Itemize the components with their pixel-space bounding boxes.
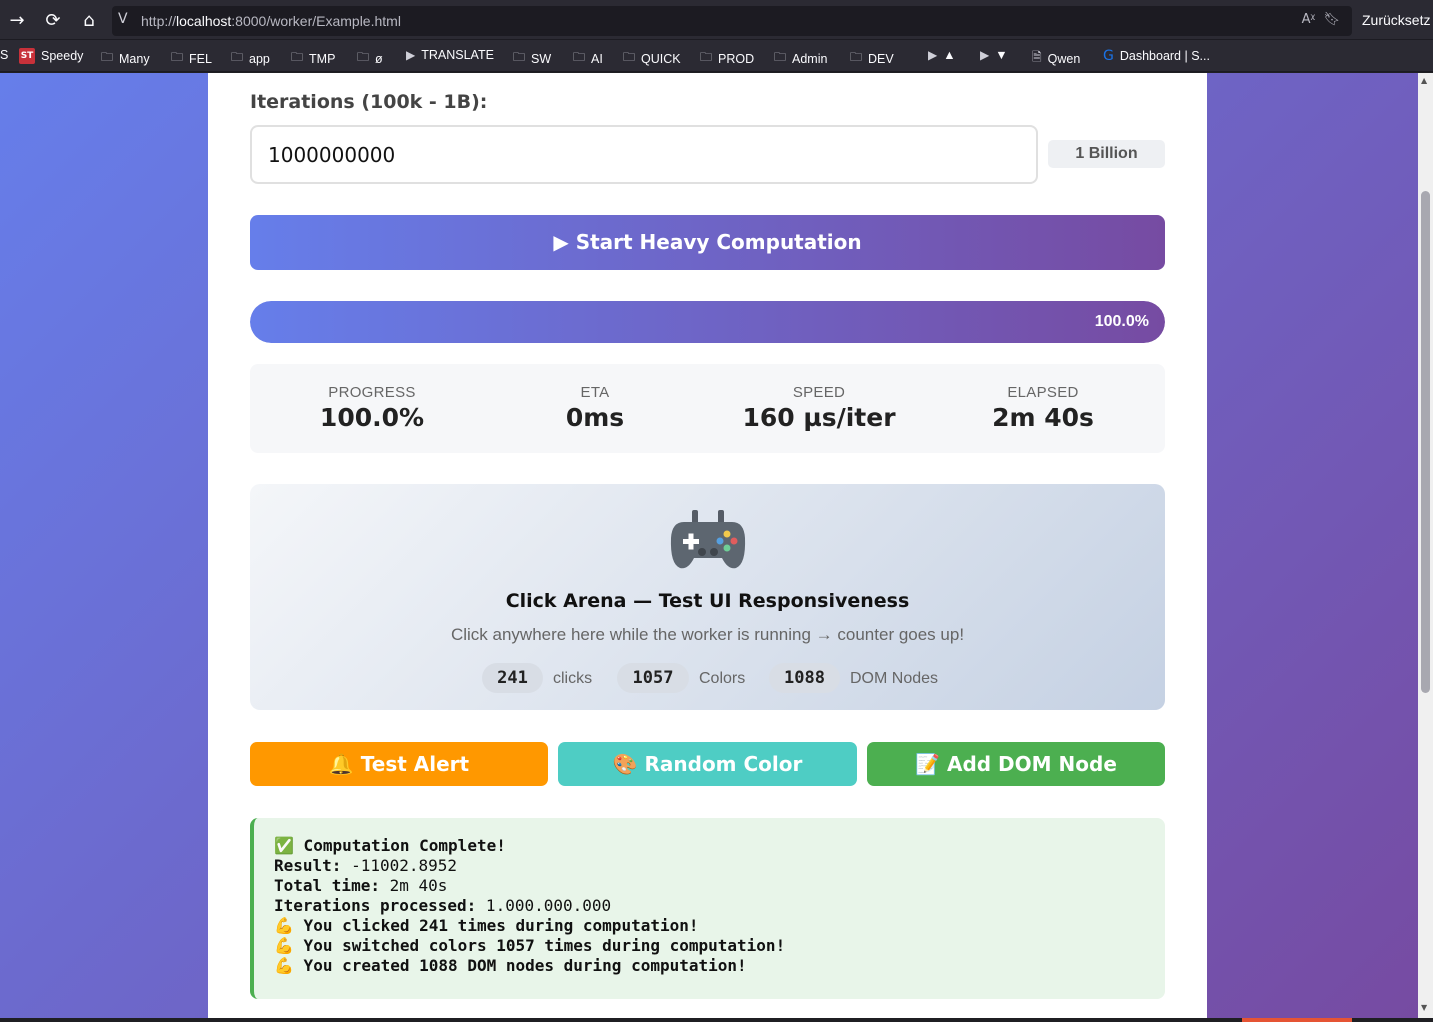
stat-value: 0ms bbox=[565, 403, 625, 432]
bookmark-dev[interactable]: 🗀 DEV bbox=[850, 48, 894, 69]
vivaldi-icon: V bbox=[118, 11, 128, 27]
stat-eta: ETA 0ms bbox=[483, 384, 707, 432]
home-icon[interactable]: ⌂ bbox=[76, 8, 102, 34]
page-scrollbar[interactable]: ▲ ▼ bbox=[1418, 73, 1433, 1018]
dom-nodes-label: DOM Nodes bbox=[850, 670, 939, 687]
folder-icon: 🗀 bbox=[171, 50, 184, 64]
colors-note: 💪 You switched colors 1057 times during … bbox=[274, 936, 786, 955]
result-panel: ✅ Computation Complete! Result: -11002.8… bbox=[250, 818, 1165, 999]
progress-fill bbox=[250, 301, 1165, 343]
folder-icon: 🗀 bbox=[774, 50, 787, 64]
progress-text: 100.0% bbox=[1094, 313, 1149, 330]
bookmark-many[interactable]: 🗀 Many bbox=[101, 48, 150, 69]
stats-panel: PROGRESS 100.0% ETA 0ms SPEED 160 µs/ite… bbox=[250, 364, 1165, 453]
stat-label: PROGRESS bbox=[328, 384, 416, 401]
scroll-down-icon[interactable]: ▼ bbox=[1421, 1003, 1427, 1012]
arena-subtitle: Click anywhere here while the worker is … bbox=[450, 625, 965, 644]
folder-icon: 🗀 bbox=[291, 50, 304, 64]
folder-icon: 🗀 bbox=[850, 50, 863, 64]
click-arena[interactable]: Click Arena — Test UI Responsiveness Cli… bbox=[250, 484, 1165, 710]
stat-label: ELAPSED bbox=[1007, 384, 1079, 401]
bookmark-prod[interactable]: 🗀 PROD bbox=[700, 48, 754, 69]
browser-toolbar: → ⟳ ⌂ V http://localhost:8000/worker/Exa… bbox=[0, 0, 1433, 40]
stat-value: 2m 40s bbox=[992, 403, 1094, 432]
arena-title: Click Arena — Test UI Responsiveness bbox=[505, 590, 910, 612]
reload-icon[interactable]: ⟳ bbox=[40, 8, 66, 34]
bookmark-admin[interactable]: 🗀 Admin bbox=[774, 48, 827, 69]
folder-icon: 🗀 bbox=[357, 50, 370, 64]
address-bar[interactable]: V http://localhost:8000/worker/Example.h… bbox=[112, 6, 1352, 36]
app-card: Iterations (100k - 1B): 1 Billion ▶ Star… bbox=[208, 73, 1207, 1018]
stat-value: 100.0% bbox=[319, 403, 425, 432]
folder-icon: 🗀 bbox=[101, 50, 114, 64]
folder-icon: 🗀 bbox=[513, 50, 526, 64]
bookmark-qwen[interactable]: 🗎 Qwen bbox=[1032, 48, 1080, 69]
bookmark-dashboard[interactable]: G Dashboard | S... bbox=[1103, 48, 1210, 64]
clicks-label: clicks bbox=[553, 670, 593, 687]
forward-icon[interactable]: → bbox=[4, 8, 30, 34]
bookmark-up[interactable]: ▶ ▲ bbox=[928, 48, 956, 62]
page-viewport: Iterations (100k - 1B): 1 Billion ▶ Star… bbox=[0, 73, 1418, 1018]
iterations-input[interactable] bbox=[250, 125, 1038, 184]
iterations-processed-line: Iterations processed: 1.000.000.000 bbox=[274, 896, 612, 915]
folder-icon: 🗀 bbox=[231, 50, 244, 64]
url-text[interactable]: http://localhost:8000/worker/Example.htm… bbox=[141, 13, 401, 29]
add-dom-node-button[interactable]: 📝 Add DOM Node bbox=[867, 742, 1165, 786]
bookmark-icon[interactable]: 🔖︎ bbox=[1323, 12, 1340, 27]
bookmark-o[interactable]: 🗀 ø bbox=[357, 48, 383, 69]
bookmark-sw[interactable]: 🗀 SW bbox=[513, 48, 551, 69]
dom-nodes-note: 💪 You created 1088 DOM nodes during comp… bbox=[274, 956, 747, 975]
total-time-line: Total time: 2m 40s bbox=[274, 876, 448, 895]
clicks-counter: 241 bbox=[482, 663, 543, 693]
g-icon: G bbox=[1103, 48, 1114, 64]
start-computation-button[interactable]: ▶ Start Heavy Computation bbox=[250, 215, 1165, 270]
speedtest-icon: ST bbox=[19, 48, 35, 64]
stat-speed: SPEED 160 µs/iter bbox=[707, 384, 931, 432]
bookmark-fel[interactable]: 🗀 FEL bbox=[171, 48, 212, 69]
colors-label: Colors bbox=[699, 670, 746, 687]
bookmark-tmp[interactable]: 🗀 TMP bbox=[291, 48, 335, 69]
scroll-up-icon[interactable]: ▲ bbox=[1421, 76, 1427, 85]
folder-icon: 🗀 bbox=[623, 50, 636, 64]
bookmark-ai[interactable]: 🗀 AI bbox=[573, 48, 603, 69]
stat-label: SPEED bbox=[792, 384, 846, 401]
bookmark-down[interactable]: ▶ ▼ bbox=[980, 48, 1008, 62]
test-alert-button[interactable]: 🔔 Test Alert bbox=[250, 742, 548, 786]
bottom-strip bbox=[0, 1018, 1433, 1022]
stat-progress: PROGRESS 100.0% bbox=[260, 384, 484, 432]
bookmark-quick[interactable]: 🗀 QUICK bbox=[623, 48, 681, 69]
random-color-button[interactable]: 🎨 Random Color bbox=[558, 742, 857, 786]
page-icon: ▶ bbox=[980, 48, 990, 62]
iterations-readable-badge: 1 Billion bbox=[1048, 140, 1165, 168]
reset-button[interactable]: Zurücksetz bbox=[1362, 12, 1430, 28]
translate-icon[interactable]: Aᵡ bbox=[1302, 12, 1316, 27]
bookmark-app[interactable]: 🗀 app bbox=[231, 48, 270, 69]
page-icon: ▶ bbox=[406, 48, 416, 62]
folder-icon: 🗀 bbox=[573, 50, 586, 64]
doc-icon: 🗎 bbox=[1032, 50, 1042, 64]
stat-elapsed: ELAPSED 2m 40s bbox=[931, 384, 1155, 432]
scroll-thumb[interactable] bbox=[1421, 191, 1430, 693]
folder-icon: 🗀 bbox=[700, 50, 713, 64]
page-icon: ▶ bbox=[928, 48, 938, 62]
dom-nodes-counter: 1088 bbox=[769, 663, 840, 693]
progress-bar: 100.0% bbox=[250, 301, 1165, 343]
stat-value: 160 µs/iter bbox=[742, 403, 896, 432]
stat-label: ETA bbox=[580, 384, 610, 401]
iterations-label: Iterations (100k - 1B): bbox=[250, 91, 488, 113]
colors-counter: 1057 bbox=[617, 663, 689, 693]
bookmark-truncated[interactable]: S bbox=[0, 48, 8, 62]
gamepad-icon bbox=[670, 510, 746, 569]
bookmark-speedy[interactable]: ST Speedy bbox=[19, 48, 83, 64]
bookmarks-bar: S ST Speedy 🗀 Many 🗀 FEL 🗀 app 🗀 TMP 🗀 ø ▶ TRAN… bbox=[0, 40, 1433, 72]
result-value-line: Result: -11002.8952 bbox=[274, 856, 458, 875]
bookmark-translate[interactable]: ▶ TRANSLATE bbox=[406, 48, 494, 62]
result-title: ✅ Computation Complete! bbox=[274, 836, 506, 855]
clicks-note: 💪 You clicked 241 times during computati… bbox=[274, 916, 699, 935]
